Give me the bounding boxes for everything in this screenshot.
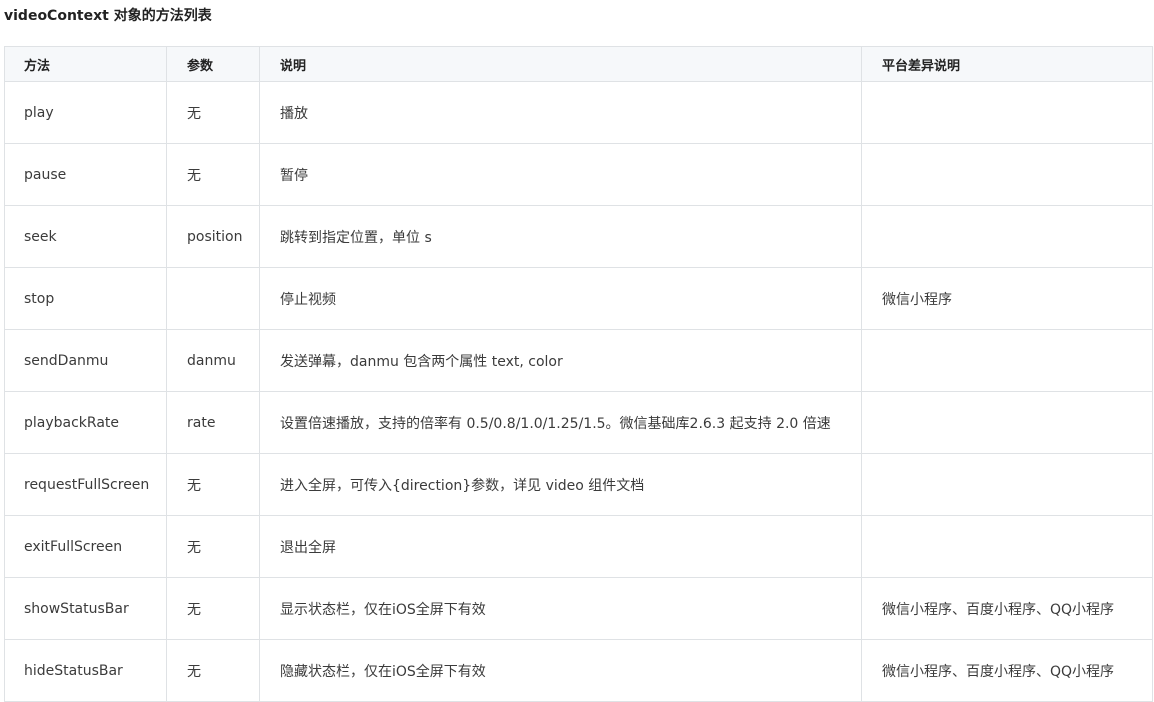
header-method: 方法 (4, 46, 167, 82)
cell-params: 无 (166, 81, 260, 144)
cell-params: rate (166, 391, 260, 454)
table-row: requestFullScreen 无 进入全屏，可传入{direction}参… (4, 453, 1153, 516)
table-row: play 无 播放 (4, 81, 1153, 144)
cell-platform: 微信小程序、百度小程序、QQ小程序 (861, 577, 1153, 640)
cell-platform (861, 515, 1153, 578)
cell-platform (861, 205, 1153, 268)
cell-method: playbackRate (4, 391, 167, 454)
methods-table: 方法 参数 说明 平台差异说明 play 无 播放 pause 无 暂停 see… (4, 46, 1153, 702)
cell-method: sendDanmu (4, 329, 167, 392)
cell-params: 无 (166, 143, 260, 206)
cell-description: 设置倍速播放，支持的倍率有 0.5/0.8/1.0/1.25/1.5。微信基础库… (259, 391, 862, 454)
cell-description: 暂停 (259, 143, 862, 206)
cell-params: 无 (166, 639, 260, 702)
cell-description: 进入全屏，可传入{direction}参数，详见 video 组件文档 (259, 453, 862, 516)
cell-platform (861, 391, 1153, 454)
cell-method: showStatusBar (4, 577, 167, 640)
cell-method: stop (4, 267, 167, 330)
header-platform-diff: 平台差异说明 (861, 46, 1153, 82)
table-row: pause 无 暂停 (4, 143, 1153, 206)
page-title: videoContext 对象的方法列表 (4, 8, 212, 24)
table-header-row: 方法 参数 说明 平台差异说明 (4, 46, 1153, 82)
table-row: showStatusBar 无 显示状态栏，仅在iOS全屏下有效 微信小程序、百… (4, 577, 1153, 640)
cell-method: pause (4, 143, 167, 206)
cell-params: 无 (166, 453, 260, 516)
cell-description: 停止视频 (259, 267, 862, 330)
table-row: sendDanmu danmu 发送弹幕，danmu 包含两个属性 text, … (4, 329, 1153, 392)
cell-platform (861, 329, 1153, 392)
header-params: 参数 (166, 46, 260, 82)
cell-platform: 微信小程序、百度小程序、QQ小程序 (861, 639, 1153, 702)
cell-platform (861, 143, 1153, 206)
cell-method: play (4, 81, 167, 144)
cell-method: requestFullScreen (4, 453, 167, 516)
table-row: playbackRate rate 设置倍速播放，支持的倍率有 0.5/0.8/… (4, 391, 1153, 454)
cell-description: 跳转到指定位置，单位 s (259, 205, 862, 268)
cell-params: 无 (166, 515, 260, 578)
cell-params (166, 267, 260, 330)
cell-params: 无 (166, 577, 260, 640)
cell-platform (861, 81, 1153, 144)
cell-method: exitFullScreen (4, 515, 167, 578)
cell-platform (861, 453, 1153, 516)
cell-params: position (166, 205, 260, 268)
table-row: seek position 跳转到指定位置，单位 s (4, 205, 1153, 268)
header-description: 说明 (259, 46, 862, 82)
cell-method: seek (4, 205, 167, 268)
cell-description: 显示状态栏，仅在iOS全屏下有效 (259, 577, 862, 640)
cell-description: 播放 (259, 81, 862, 144)
cell-platform: 微信小程序 (861, 267, 1153, 330)
cell-description: 隐藏状态栏，仅在iOS全屏下有效 (259, 639, 862, 702)
cell-description: 发送弹幕，danmu 包含两个属性 text, color (259, 329, 862, 392)
table-row: stop 停止视频 微信小程序 (4, 267, 1153, 330)
table-row: exitFullScreen 无 退出全屏 (4, 515, 1153, 578)
cell-params: danmu (166, 329, 260, 392)
cell-description: 退出全屏 (259, 515, 862, 578)
table-row: hideStatusBar 无 隐藏状态栏，仅在iOS全屏下有效 微信小程序、百… (4, 639, 1153, 702)
cell-method: hideStatusBar (4, 639, 167, 702)
